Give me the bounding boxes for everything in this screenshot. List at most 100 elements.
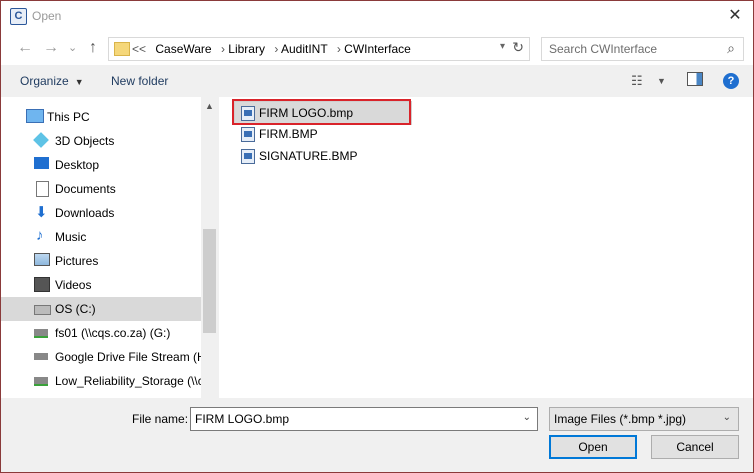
search-input[interactable]: Search CWInterface ⌕ [541, 37, 744, 61]
caret-down-icon: ▼ [657, 76, 666, 86]
nav-item-label: fs01 (\\cqs.co.za) (G:) [55, 326, 171, 340]
nav-item-os-c[interactable]: OS (C:) [1, 297, 201, 321]
breadcrumb-caseware[interactable]: CaseWare [155, 42, 211, 56]
chevron-down-icon: ⌄ [68, 42, 78, 54]
open-button[interactable]: Open [549, 435, 637, 459]
chevron-right-icon[interactable]: › [221, 42, 225, 56]
breadcrumb-cwinterface[interactable]: CWInterface [344, 42, 411, 56]
chevron-right-icon[interactable]: › [274, 42, 278, 56]
nav-item-label: Music [55, 230, 87, 244]
computer-icon [26, 109, 44, 123]
chevron-down-icon: ⌄ [722, 412, 731, 423]
nav-item-this-pc[interactable]: This PC [1, 105, 201, 129]
view-options-dropdown[interactable]: ▼ [657, 76, 666, 86]
breadcrumb: << CaseWare › Library › AuditINT › CWInt… [132, 42, 411, 56]
recent-locations-button[interactable]: ⌄ [68, 38, 77, 58]
file-list: FIRM LOGO.bmp FIRM.BMP SIGNATURE.BMP [219, 97, 753, 398]
title-bar: C Open ✕ [1, 1, 753, 32]
nav-item-label: OS (C:) [55, 302, 96, 316]
help-icon: ? [727, 75, 735, 87]
breadcrumb-library[interactable]: Library [228, 42, 265, 56]
help-button[interactable]: ? [723, 73, 739, 89]
network-drive-icon [34, 329, 48, 338]
preview-pane-button[interactable] [687, 72, 703, 89]
navigation-pane-scrollbar[interactable]: ▲ [201, 97, 218, 398]
navigation-pane: This PC 3D Objects Desktop Documents ⬇ D… [1, 97, 218, 398]
forward-button[interactable]: → [43, 38, 59, 58]
open-dialog: C Open ✕ ← → ⌄ ↑ << CaseWare › Library ›… [0, 0, 754, 473]
pictures-icon [34, 253, 50, 266]
file-item-firm[interactable]: FIRM.BMP [235, 123, 355, 145]
address-dropdown-button[interactable]: ▾ [500, 41, 505, 52]
close-button[interactable]: ✕ [717, 1, 753, 31]
dialog-footer: File name: FIRM LOGO.bmp ⌄ Image Files (… [1, 398, 753, 472]
nav-item-downloads[interactable]: ⬇ Downloads [1, 201, 201, 225]
new-folder-label: New folder [111, 74, 169, 88]
organize-label: Organize [20, 74, 69, 88]
nav-item-fs01[interactable]: fs01 (\\cqs.co.za) (G:) [1, 321, 201, 345]
download-icon: ⬇ [35, 204, 48, 221]
chevron-down-icon[interactable]: ⌄ [523, 412, 531, 423]
nav-item-label: Pictures [55, 254, 99, 268]
close-icon: ✕ [728, 7, 742, 24]
back-arrow-icon: ← [17, 39, 33, 56]
nav-item-label: Documents [55, 182, 116, 196]
nav-item-label: Downloads [55, 206, 115, 220]
file-name-field[interactable]: FIRM LOGO.bmp ⌄ [190, 407, 538, 431]
scroll-up-icon[interactable]: ▲ [205, 101, 214, 111]
window-title: Open [32, 9, 62, 23]
nav-item-videos[interactable]: Videos [1, 273, 201, 297]
search-placeholder: Search CWInterface [549, 42, 658, 56]
new-folder-button[interactable]: New folder [111, 74, 168, 88]
music-icon: ♪ [36, 227, 44, 244]
nav-item-label: Google Drive File Stream (H [55, 350, 206, 364]
breadcrumb-auditint[interactable]: AuditINT [281, 42, 327, 56]
organize-button[interactable]: Organize ▼ [20, 74, 84, 88]
command-bar: Organize ▼ New folder ☷ ▼ ? [1, 65, 753, 97]
nav-item-label: Low_Reliability_Storage (\\c [55, 374, 204, 388]
navigation-bar: ← → ⌄ ↑ << CaseWare › Library › AuditINT… [1, 32, 753, 65]
cancel-button[interactable]: Cancel [651, 435, 739, 459]
selection-highlight-box [232, 99, 411, 125]
chevron-down-icon: ▾ [499, 41, 505, 52]
up-arrow-icon: ↑ [89, 39, 97, 56]
back-button[interactable]: ← [17, 38, 33, 58]
video-icon [34, 277, 50, 292]
caret-down-icon: ▼ [74, 77, 84, 87]
caseware-app-icon: C [10, 8, 27, 25]
file-name-value[interactable]: FIRM LOGO.bmp [195, 412, 289, 426]
forward-arrow-icon: → [43, 39, 59, 56]
file-type-value: Image Files (*.bmp *.jpg) [554, 412, 687, 426]
refresh-button[interactable]: ↻ [512, 39, 524, 56]
chevron-right-icon[interactable]: › [337, 42, 341, 56]
refresh-icon: ↻ [512, 39, 524, 55]
network-drive-icon [34, 377, 48, 386]
change-view-button[interactable]: ☷ [631, 73, 643, 89]
drive-icon [34, 305, 51, 315]
cancel-button-label: Cancel [676, 440, 714, 454]
nav-item-label: Desktop [55, 158, 100, 172]
nav-item-label: This PC [47, 110, 90, 124]
search-icon: ⌕ [727, 40, 735, 56]
nav-item-google-drive[interactable]: Google Drive File Stream (H [1, 345, 206, 369]
file-item-signature[interactable]: SIGNATURE.BMP [235, 145, 375, 167]
nav-item-3d-objects[interactable]: 3D Objects [1, 129, 201, 153]
scrollbar-thumb[interactable] [203, 229, 216, 333]
folder-icon [114, 42, 130, 56]
address-bar[interactable]: << CaseWare › Library › AuditINT › CWInt… [108, 37, 530, 61]
file-name: FIRM.BMP [259, 127, 318, 141]
nav-item-low-reliability-storage[interactable]: Low_Reliability_Storage (\\c [1, 369, 204, 393]
document-icon [36, 181, 49, 197]
cube-icon [33, 132, 49, 148]
nav-item-desktop[interactable]: Desktop [1, 153, 201, 177]
nav-item-pictures[interactable]: Pictures [1, 249, 201, 273]
nav-item-label: 3D Objects [55, 134, 115, 148]
nav-item-music[interactable]: ♪ Music [1, 225, 201, 249]
up-button[interactable]: ↑ [89, 38, 97, 58]
file-name: SIGNATURE.BMP [259, 149, 358, 163]
preview-pane-icon [687, 72, 703, 86]
file-type-select[interactable]: Image Files (*.bmp *.jpg) ⌄ [549, 407, 739, 431]
bitmap-file-icon [241, 127, 255, 142]
nav-item-documents[interactable]: Documents [1, 177, 201, 201]
breadcrumb-overflow[interactable]: << [132, 42, 146, 56]
